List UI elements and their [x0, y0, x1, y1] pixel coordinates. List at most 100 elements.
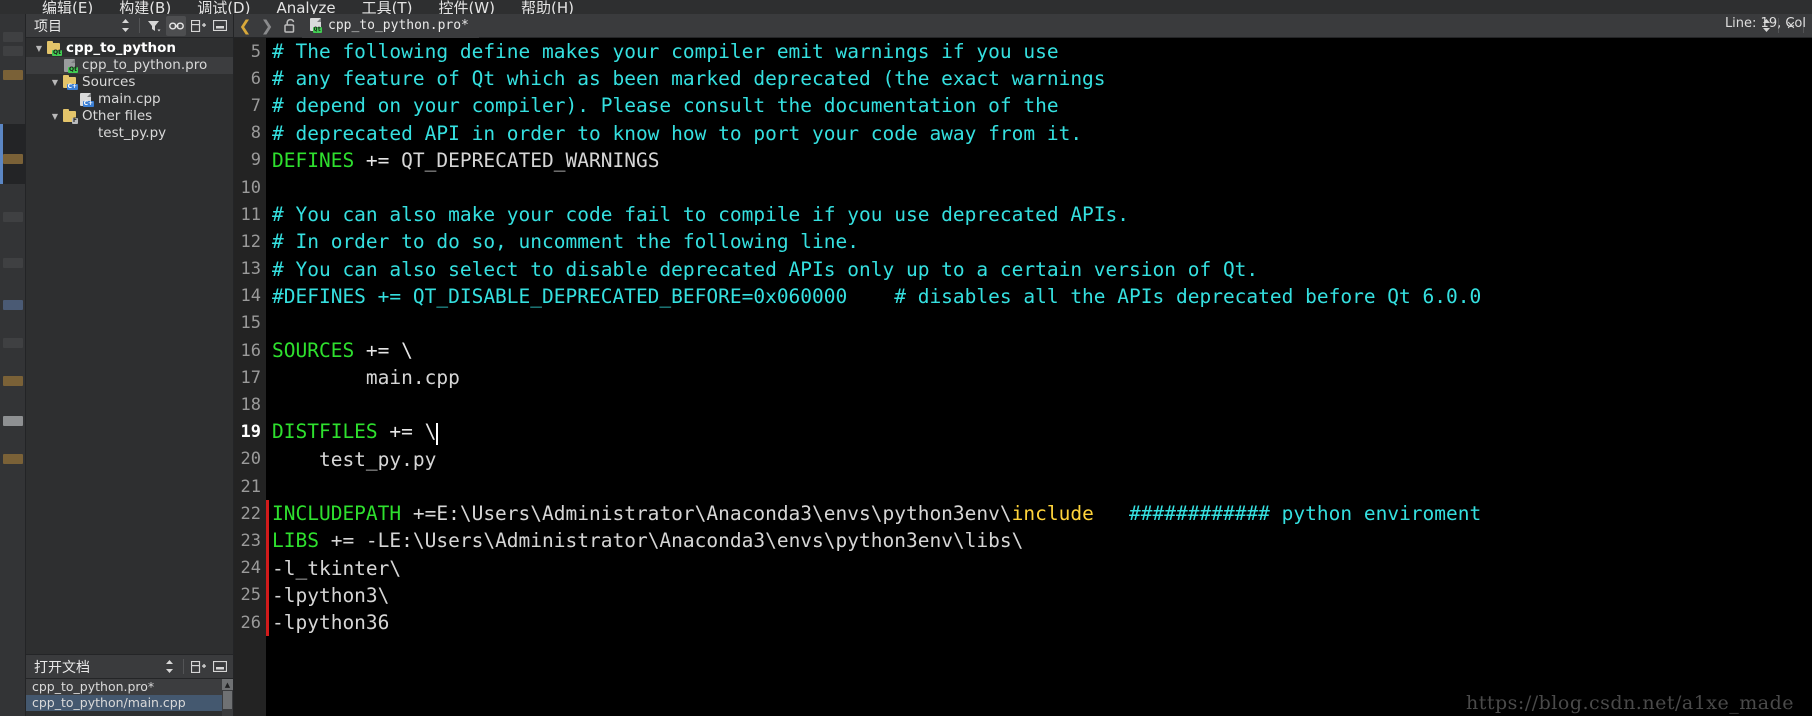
rail-icon-issues[interactable]	[3, 454, 23, 464]
open-document-item[interactable]: cpp_to_python/main.cpp	[26, 695, 233, 711]
code-line-text: -lpython3\	[266, 584, 389, 607]
chevron-down-icon[interactable]: ▼	[48, 78, 62, 87]
tree-item-other-files[interactable]: ▼ F Other files	[26, 108, 233, 125]
code-line-23[interactable]: 23 LIBS += -LE:\Users\Administrator\Anaco…	[234, 527, 1812, 554]
open-document-item[interactable]: cpp_to_python.pro*	[26, 679, 233, 695]
code-line-6[interactable]: 6 # any feature of Qt which as been marke…	[234, 65, 1812, 92]
code-line-22[interactable]: 22 INCLUDEPATH +=E:\Users\Administrator\A…	[234, 500, 1812, 527]
code-span-kw: DISTFILES	[272, 420, 378, 444]
code-span-val: +=E:\Users\Administrator\Anaconda3\envs\…	[401, 502, 1012, 526]
open-documents-list[interactable]: ▲ cpp_to_python.pro* cpp_to_python/main.c…	[26, 679, 233, 716]
line-number: 5	[250, 41, 261, 62]
code-line-12[interactable]: 12 # In order to do so, uncomment the fol…	[234, 228, 1812, 255]
tree-item-main-cpp[interactable]: C+ main.cpp	[26, 91, 233, 108]
rail-icon-help[interactable]	[3, 258, 23, 268]
code-line-16[interactable]: 16 SOURCES += \	[234, 337, 1812, 364]
code-span-cm: # In order to do so, uncomment the follo…	[272, 230, 859, 254]
code-line-13[interactable]: 13 # You can also select to disable depre…	[234, 256, 1812, 283]
collapse-all-icon[interactable]	[210, 16, 230, 36]
filter-icon[interactable]	[144, 16, 164, 36]
code-line-9[interactable]: 9 DEFINES += QT_DEPRECATED_WARNINGS	[234, 147, 1812, 174]
code-span-val: test_py.py	[272, 447, 437, 471]
code-line-text: # You can also select to disable depreca…	[266, 258, 1258, 281]
code-line-18[interactable]: 18	[234, 391, 1812, 418]
code-line-19[interactable]: 19 DISTFILES += \	[234, 419, 1812, 446]
rail-icon-build[interactable]	[3, 376, 23, 386]
menu-item-2[interactable]: 调试(D)	[197, 1, 250, 15]
code-line-10[interactable]: 10	[234, 174, 1812, 201]
rail-icon-projects[interactable]	[3, 212, 23, 222]
tree-item-test-py-py[interactable]: test_py.py	[26, 125, 233, 142]
mode-selector-rail[interactable]	[0, 14, 26, 716]
code-line-text: # You can also make your code fail to co…	[266, 203, 1129, 226]
chevron-down-icon[interactable]: ▼	[48, 112, 62, 121]
line-number: 12	[240, 231, 261, 252]
line-number: 20	[240, 449, 261, 470]
code-span-op: += \	[377, 420, 437, 444]
open-documents-header: 打开文档	[26, 655, 233, 679]
chevron-down-icon[interactable]: ▼	[32, 44, 46, 53]
code-line-24[interactable]: 24 -l_tkinter\	[234, 555, 1812, 582]
expand-all-icon[interactable]	[188, 16, 208, 36]
menu-item-3[interactable]: Analyze	[276, 1, 335, 15]
code-line-text: test_py.py	[266, 448, 436, 471]
code-span-val: += -LE:\Users\Administrator\Anaconda3\en…	[318, 529, 1024, 553]
code-line-20[interactable]: 20 test_py.py	[234, 446, 1812, 473]
code-line-21[interactable]: 21	[234, 473, 1812, 500]
code-line-11[interactable]: 11 # You can also make your code fail to …	[234, 201, 1812, 228]
rail-icon-kit-selector[interactable]	[3, 300, 23, 310]
rail-icon-debug[interactable]	[3, 154, 23, 164]
code-line-text: main.cpp	[266, 366, 460, 389]
editor-tab-label: cpp_to_python.pro*	[328, 18, 469, 33]
toolbar-divider	[139, 18, 140, 33]
editor-tab-cpp-to-python-pro[interactable]: Qt cpp_to_python.pro*	[302, 13, 479, 38]
project-tree[interactable]: ▼ Qt cpp_to_python Qt cpp_to_python.pro ▼ C+ So…	[26, 38, 233, 142]
tree-item-cpp-to-python[interactable]: ▼ Qt cpp_to_python	[26, 40, 233, 57]
menu-item-6[interactable]: 帮助(H)	[521, 1, 574, 15]
scroll-up-icon[interactable]: ▲	[222, 679, 233, 690]
tree-item-cpp-to-python-pro[interactable]: Qt cpp_to_python.pro	[26, 57, 233, 74]
code-line-8[interactable]: 8 # deprecated API in order to know how t…	[234, 120, 1812, 147]
code-line-17[interactable]: 17 main.cpp	[234, 364, 1812, 391]
code-line-5[interactable]: 5 # The following define makes your compi…	[234, 38, 1812, 65]
code-span-val: -l_tkinter\	[272, 556, 402, 580]
navigate-back-icon[interactable]: ❮	[234, 15, 256, 37]
open-documents-scrollbar[interactable]: ▲	[222, 679, 233, 716]
navigate-forward-icon[interactable]: ❯	[256, 15, 278, 37]
rail-icon-edit[interactable]	[3, 46, 23, 56]
tree-item-sources[interactable]: ▼ C+ Sources	[26, 74, 233, 91]
scrollbar-thumb[interactable]	[223, 691, 232, 709]
code-span-cm: ############ python enviroment	[1129, 502, 1482, 526]
open-documents-panel: 打开文档 ▲ cpp_to_python.pro* cpp_to_python/m…	[26, 654, 234, 716]
code-span-val: main.cpp	[272, 366, 460, 390]
code-line-25[interactable]: 25 -lpython3\	[234, 582, 1812, 609]
rail-icon-welcome[interactable]	[3, 32, 23, 42]
menu-item-5[interactable]: 控件(W)	[438, 1, 495, 15]
rail-icon-design[interactable]	[3, 70, 23, 80]
code-line-15[interactable]: 15	[234, 310, 1812, 337]
code-line-text: # any feature of Qt which as been marked…	[266, 67, 1106, 90]
watermark: https://blog.csdn.net/a1xe_made	[1466, 692, 1794, 714]
editor-code-area[interactable]: 5 # The following define makes your compi…	[234, 38, 1812, 716]
sync-selector-icon[interactable]	[115, 16, 135, 36]
sync-selector-icon[interactable]	[159, 657, 179, 677]
close-panel-icon[interactable]	[210, 657, 230, 677]
lock-document-icon[interactable]	[278, 15, 302, 37]
split-editor-icon[interactable]	[188, 657, 208, 677]
code-line-text: INCLUDEPATH +=E:\Users\Administrator\Ana…	[266, 502, 1481, 525]
menu-item-1[interactable]: 构建(B)	[119, 1, 171, 15]
menu-item-0[interactable]: 编辑(E)	[42, 1, 93, 15]
link-icon[interactable]	[166, 15, 186, 36]
code-line-26[interactable]: 26 -lpython36	[234, 609, 1812, 636]
code-span-cm: # deprecated API in order to know how to…	[272, 121, 1083, 145]
menu-item-4[interactable]: 工具(T)	[362, 1, 413, 15]
tree-item-label: cpp_to_python.pro	[82, 57, 208, 73]
code-line-14[interactable]: 14 #DEFINES += QT_DISABLE_DEPRECATED_BEFO…	[234, 283, 1812, 310]
rail-icon-run[interactable]	[3, 338, 23, 348]
code-line-7[interactable]: 7 # depend on your compiler). Please cons…	[234, 92, 1812, 119]
code-editor[interactable]: 5 # The following define makes your compi…	[234, 38, 1812, 716]
code-line-text: -lpython36	[266, 611, 389, 634]
tree-item-label: test_py.py	[98, 125, 167, 141]
qt-creator-window: 编辑(E) 构建(B) 调试(D) Analyze 工具(T) 控件(W) 帮助(H) 项目	[0, 0, 1812, 716]
rail-icon-output[interactable]	[3, 416, 23, 426]
